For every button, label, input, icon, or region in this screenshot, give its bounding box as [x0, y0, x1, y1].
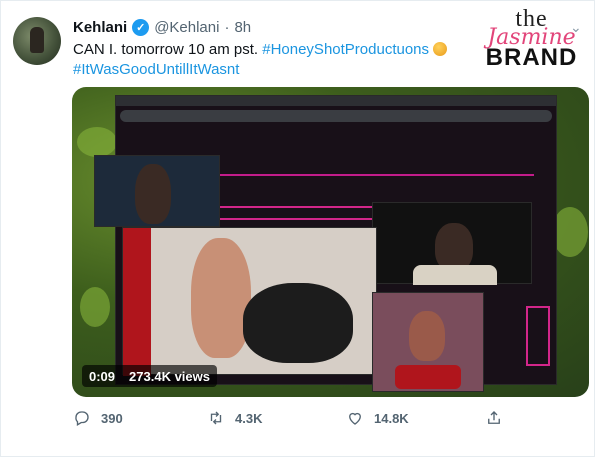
- leaf-decoration: [80, 287, 110, 327]
- jasmine-brand-watermark: the Jasmine BRAND: [479, 7, 584, 71]
- video-browser-titlebar: [116, 96, 556, 106]
- verified-badge-icon: ✓: [132, 18, 150, 36]
- video-shirt: [413, 265, 497, 285]
- honey-pot-emoji-icon: [433, 42, 448, 56]
- tweet-actions: 390 4.3K 14.8K: [73, 409, 513, 429]
- video-player[interactable]: 0:09 273.4K views: [72, 87, 589, 397]
- video-person: [243, 283, 353, 363]
- heart-icon: [349, 412, 361, 425]
- video-red-panel: [123, 228, 151, 376]
- video-cam-window: [372, 292, 484, 392]
- tweet-time[interactable]: 8h: [234, 19, 251, 36]
- video-red-top: [395, 365, 461, 389]
- tweet-header: Kehlani ✓ @Kehlani · 8h: [73, 17, 251, 37]
- video-person: [435, 223, 473, 271]
- retweet-icon: [210, 411, 222, 425]
- leaf-decoration: [552, 207, 588, 257]
- video-main-window: [122, 227, 377, 376]
- video-stats-badge: 0:09 273.4K views: [82, 365, 217, 387]
- hashtag-link[interactable]: #ItWasGoodUntillItWasnt: [73, 61, 239, 78]
- like-count: 14.8K: [374, 410, 409, 426]
- reply-count: 390: [101, 410, 123, 426]
- like-button[interactable]: 14.8K: [346, 409, 409, 427]
- tweet-text: CAN I. tomorrow 10 am pst. #HoneyShotPro…: [73, 40, 473, 80]
- video-cam-window: [372, 202, 532, 285]
- author-handle[interactable]: @Kehlani: [154, 19, 219, 36]
- video-browser-address-bar: [120, 110, 552, 122]
- tweet-card[interactable]: Kehlani ✓ @Kehlani · 8h ⌄ CAN I. tomorro…: [0, 0, 595, 457]
- video-cam-window: [94, 155, 220, 227]
- author-name[interactable]: Kehlani: [73, 19, 127, 36]
- retweet-button[interactable]: 4.3K: [207, 409, 262, 427]
- share-button[interactable]: [485, 409, 503, 427]
- share-icon: [488, 411, 500, 424]
- video-site-nav-line: [204, 174, 534, 176]
- reply-button[interactable]: 390: [73, 409, 123, 427]
- video-duration: 0:09: [89, 368, 116, 384]
- tweet-text-line: CAN I. tomorrow 10 am pst.: [73, 41, 259, 58]
- avatar[interactable]: [13, 17, 61, 65]
- video-person: [135, 164, 171, 224]
- video-pink-frame: [526, 306, 550, 366]
- watermark-brand: BRAND: [485, 44, 578, 71]
- leaf-decoration: [77, 127, 117, 157]
- retweet-count: 4.3K: [235, 410, 263, 426]
- video-person: [191, 238, 251, 358]
- video-person: [409, 311, 445, 361]
- avatar-figure: [30, 27, 44, 53]
- reply-icon: [75, 411, 89, 426]
- video-pink-frame: [211, 206, 386, 220]
- video-views: 273.4K views: [129, 368, 210, 384]
- hashtag-link[interactable]: #HoneyShotProductuons: [262, 41, 429, 58]
- separator-dot: ·: [224, 18, 230, 36]
